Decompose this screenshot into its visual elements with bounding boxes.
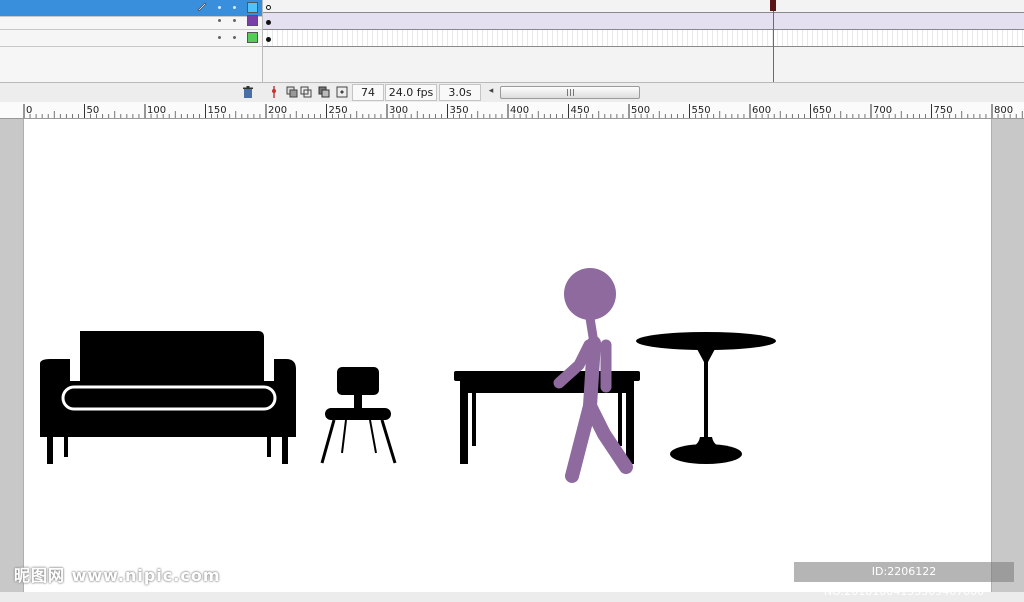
visibility-dot[interactable] — [218, 6, 221, 9]
scroll-thumb[interactable] — [500, 86, 640, 99]
trash-icon[interactable] — [242, 86, 254, 99]
visibility-dot[interactable] — [218, 19, 221, 22]
ruler-label: 500 — [631, 105, 650, 116]
frame-row-3[interactable] — [263, 30, 1024, 47]
stage-canvas[interactable] — [23, 119, 992, 592]
ruler-label: 350 — [450, 105, 469, 116]
ruler-label: 0 — [26, 105, 32, 116]
layer-color-swatch[interactable] — [247, 15, 258, 26]
empty-keyframe[interactable] — [266, 5, 271, 10]
watermark-logo: 昵图网 www.nipic.com — [14, 566, 221, 585]
ruler-label: 600 — [752, 105, 771, 116]
elapsed-time: 3.0s — [439, 84, 481, 101]
visibility-dot[interactable] — [218, 36, 221, 39]
scroll-left-arrow-icon[interactable]: ◂ — [484, 85, 498, 98]
ruler-label: 400 — [510, 105, 529, 116]
ruler-label: 700 — [873, 105, 892, 116]
modify-onion-markers-icon[interactable] — [336, 86, 348, 98]
ruler-graphics: 0 50 100 150 200 250 300 350 400 450 500 550 600 650 7… — [23, 104, 1023, 118]
layer-row-2[interactable] — [0, 13, 262, 30]
playhead[interactable] — [773, 0, 774, 84]
layer-list — [0, 0, 263, 82]
layer-color-swatch[interactable] — [247, 32, 258, 43]
ruler-label: 100 — [147, 105, 166, 116]
onion-skin-outlines-icon[interactable] — [300, 86, 312, 98]
round-table[interactable] — [636, 332, 776, 464]
lock-dot[interactable] — [233, 6, 236, 9]
ruler-label: 50 — [87, 105, 100, 116]
lock-dot[interactable] — [233, 19, 236, 22]
layer-color-swatch[interactable] — [247, 2, 258, 13]
layer-row-3[interactable] — [0, 30, 262, 47]
pencil-icon — [197, 2, 207, 12]
edit-multiple-frames-icon[interactable] — [318, 86, 330, 98]
ruler-label: 550 — [692, 105, 711, 116]
ruler-label: 650 — [813, 105, 832, 116]
ruler-label: 250 — [329, 105, 348, 116]
ruler-label: 150 — [208, 105, 227, 116]
timeline-status-bar: 74 24.0 fps 3.0s ◂ — [0, 82, 1024, 103]
ruler-label: 800 — [994, 105, 1013, 116]
playhead-handle[interactable] — [770, 0, 776, 11]
watermark-id: ID:2206122 NO:20181004153509467000 — [794, 562, 1014, 598]
frame-rate: 24.0 fps — [385, 84, 437, 101]
grip-icon — [567, 89, 574, 96]
keyframe[interactable] — [266, 37, 271, 42]
frame-row-1[interactable] — [263, 0, 1024, 13]
ruler-label: 450 — [571, 105, 590, 116]
lock-dot[interactable] — [233, 36, 236, 39]
stage-artwork — [40, 268, 776, 483]
frame-row-2[interactable] — [263, 13, 1024, 30]
ruler-label: 300 — [389, 105, 408, 116]
onion-skin-icon[interactable] — [286, 86, 298, 98]
ruler-label: 200 — [268, 105, 287, 116]
ruler-label: 750 — [934, 105, 953, 116]
frame-grid[interactable] — [263, 0, 1024, 84]
center-frame-icon[interactable] — [268, 86, 280, 98]
timeline-scrollbar[interactable]: ◂ — [484, 85, 640, 99]
horizontal-ruler: 0 50 100 150 200 250 300 350 400 450 500 550 600 650 7… — [0, 102, 1024, 119]
sofa[interactable] — [40, 331, 296, 464]
keyframe[interactable] — [266, 20, 271, 25]
timeline-panel: 74 24.0 fps 3.0s ◂ — [0, 0, 1024, 103]
chair[interactable] — [320, 367, 397, 464]
current-frame: 74 — [352, 84, 384, 101]
